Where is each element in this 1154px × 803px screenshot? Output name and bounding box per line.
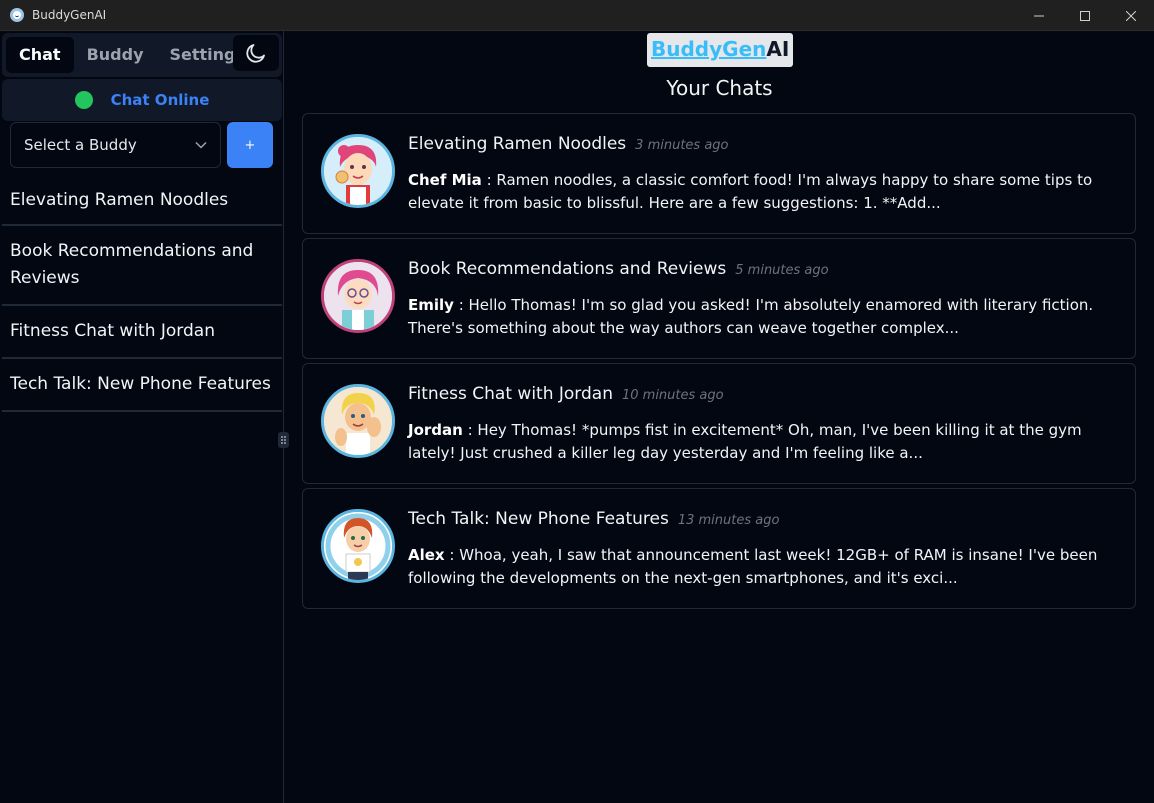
chat-card[interactable]: Tech Talk: New Phone Features 13 minutes… (302, 488, 1136, 609)
chat-card[interactable]: Fitness Chat with Jordan 10 minutes ago … (302, 363, 1136, 484)
close-button[interactable] (1108, 0, 1154, 31)
sidebar-chat-item[interactable]: Elevating Ramen Noodles (2, 177, 282, 226)
brand-logo[interactable]: BuddyGenAI (647, 33, 794, 67)
add-chat-button[interactable]: + (227, 122, 273, 168)
chat-sender: Emily (408, 296, 454, 314)
avatar (321, 509, 395, 583)
sidebar-chat-list: Elevating Ramen Noodles Book Recommendat… (2, 177, 282, 412)
close-icon (1126, 10, 1136, 21)
chat-message: : Whoa, yeah, I saw that announcement la… (408, 546, 1098, 587)
brand-name-suffix: AI (766, 37, 790, 61)
chat-preview: Jordan : Hey Thomas! *pumps fist in exci… (408, 419, 1120, 465)
brand-name-part: BuddyGen (651, 37, 767, 61)
tab-chat[interactable]: Chat (6, 37, 74, 73)
chat-timestamp: 10 minutes ago (621, 388, 724, 403)
minimize-icon (1034, 15, 1044, 16)
chat-card-header: Elevating Ramen Noodles 3 minutes ago (408, 134, 729, 154)
chat-card[interactable]: Elevating Ramen Noodles 3 minutes ago Ch… (302, 113, 1136, 234)
chat-timestamp: 5 minutes ago (735, 263, 829, 278)
chat-sender: Alex (408, 546, 445, 564)
online-indicator-icon (74, 91, 93, 109)
sidebar: Chat Buddy Settings Chat Online Select a… (0, 31, 284, 803)
window-title: BuddyGenAI (32, 8, 107, 22)
window-controls (1016, 0, 1154, 31)
app-logo-icon (10, 8, 24, 22)
chat-preview: Emily : Hello Thomas! I'm so glad you as… (408, 294, 1120, 340)
tab-buddy[interactable]: Buddy (74, 37, 157, 73)
chat-title: Elevating Ramen Noodles (408, 134, 627, 154)
page-title: Your Chats (666, 76, 773, 100)
maximize-button[interactable] (1062, 0, 1108, 31)
maximize-icon (1080, 10, 1090, 21)
buddy-select-value: Select a Buddy (24, 136, 137, 154)
chat-preview: Alex : Whoa, yeah, I saw that announceme… (408, 544, 1120, 590)
buddy-select[interactable]: Select a Buddy (10, 122, 221, 168)
chat-card-header: Book Recommendations and Reviews 5 minut… (408, 259, 829, 279)
moon-icon (246, 44, 265, 63)
chat-preview: Chef Mia : Ramen noodles, a classic comf… (408, 169, 1120, 215)
avatar (321, 384, 395, 458)
connection-status: Chat Online (2, 79, 282, 121)
chat-message: : Hello Thomas! I'm so glad you asked! I… (408, 296, 1094, 337)
chat-title: Tech Talk: New Phone Features (408, 509, 669, 529)
theme-toggle-button[interactable] (233, 35, 279, 71)
chat-sender: Jordan (408, 421, 463, 439)
chat-timestamp: 13 minutes ago (677, 513, 780, 528)
chat-title: Fitness Chat with Jordan (408, 384, 613, 404)
chat-sender: Chef Mia (408, 171, 482, 189)
chat-card[interactable]: Book Recommendations and Reviews 5 minut… (302, 238, 1136, 359)
avatar (321, 259, 395, 333)
sidebar-chat-item[interactable]: Fitness Chat with Jordan (2, 306, 282, 359)
sidebar-chat-item[interactable]: Tech Talk: New Phone Features (2, 359, 282, 412)
window-titlebar: BuddyGenAI (0, 0, 1154, 31)
minimize-button[interactable] (1016, 0, 1062, 31)
main-panel: BuddyGenAI Your Chats Elevating Ramen No… (285, 31, 1154, 803)
chevron-down-icon (195, 141, 207, 149)
chat-card-header: Fitness Chat with Jordan 10 minutes ago (408, 384, 724, 404)
chat-message: : Ramen noodles, a classic comfort food!… (408, 171, 1093, 212)
chat-card-header: Tech Talk: New Phone Features 13 minutes… (408, 509, 779, 529)
chat-title: Book Recommendations and Reviews (408, 259, 727, 279)
sidebar-chat-item[interactable]: Book Recommendations and Reviews (2, 226, 282, 306)
chat-message: : Hey Thomas! *pumps fist in excitement*… (408, 421, 1082, 462)
status-text: Chat Online (110, 91, 210, 109)
avatar (321, 134, 395, 208)
chat-timestamp: 3 minutes ago (635, 138, 729, 153)
